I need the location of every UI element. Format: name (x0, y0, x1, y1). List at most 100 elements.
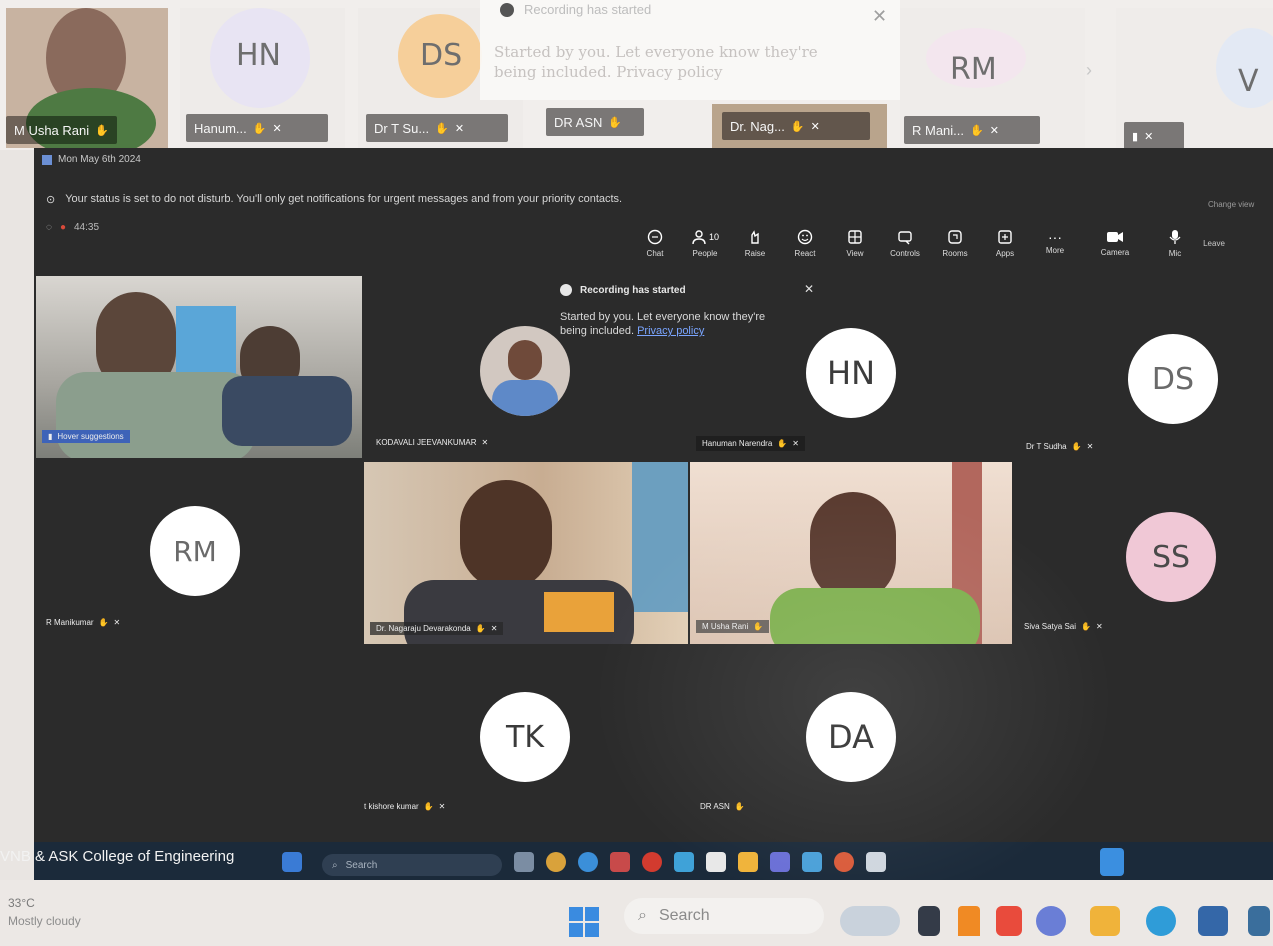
mic-off-icon: ✕ (810, 120, 820, 133)
chrome-icon[interactable] (546, 852, 566, 872)
participant-head (810, 492, 896, 602)
record-icon (500, 2, 514, 17)
outer-tile-v[interactable]: V ▮ ✕ (1116, 8, 1273, 148)
participant-name: DR ASN (700, 802, 730, 811)
outer-tile-hn[interactable]: HN Hanum... ✋ ✕ (180, 8, 345, 148)
video-tile-hanuman[interactable]: HN Hanuman Narendra ✋ ✕ (692, 276, 1018, 458)
tile-name-label: R Manikumar ✋ ✕ (46, 618, 120, 627)
video-tile-kishore[interactable]: TK t kishore kumar ✋ ✕ (364, 646, 690, 832)
participant-name: Hanuman Narendra (702, 439, 773, 448)
participant-saree (770, 588, 980, 644)
video-tile-sivasatya[interactable]: SS Siva Satya Sai ✋ ✕ (1014, 462, 1273, 644)
terminal-icon[interactable] (918, 906, 940, 936)
mic-off-icon: ✕ (792, 439, 799, 448)
store-icon[interactable] (706, 852, 726, 872)
search-label: Search (345, 859, 378, 871)
participant-name: t kishore kumar (364, 802, 419, 811)
chat-icon (647, 229, 663, 244)
outer-tile-rm[interactable]: RM R Mani... ✋ ✕ (900, 8, 1085, 148)
folder-icon[interactable] (1090, 906, 1120, 936)
chat-label: Chat (646, 248, 664, 258)
react-label: React (794, 248, 816, 258)
outer-tile-nag[interactable]: Dr. Nag... ✋ ✕ (712, 104, 887, 150)
avatar-initials: V (1238, 64, 1259, 99)
weather-description[interactable]: Mostly cloudy (8, 914, 81, 928)
hand-icon: ✋ (608, 116, 623, 129)
tray-icon[interactable] (1100, 848, 1124, 876)
video-tile-sudha[interactable]: DS Dr T Sudha ✋ ✕ (1020, 276, 1273, 458)
meeting-toolbar: Chat 10 People Raise React View Controls (632, 220, 1198, 266)
apps-button[interactable]: Apps (982, 220, 1028, 266)
app-icon[interactable] (1248, 906, 1270, 936)
vlc-icon[interactable] (958, 906, 980, 936)
browser-icon[interactable] (674, 852, 694, 872)
teams-icon[interactable] (1036, 906, 1066, 936)
edge-icon[interactable] (578, 852, 598, 872)
react-button[interactable]: React (782, 220, 828, 266)
taskview-icon[interactable] (514, 852, 534, 872)
outer-tile-asn[interactable]: DR ASN ✋ (540, 100, 700, 144)
video-tile-nagaraju[interactable]: Dr. Nagaraju Devarakonda ✋ ✕ (364, 462, 688, 644)
widget-icon[interactable] (840, 906, 900, 936)
hand-icon: ✋ (475, 624, 486, 633)
inner-search-box[interactable]: ⌕ Search (322, 854, 502, 876)
outer-search-box[interactable]: ⌕ Search (624, 898, 824, 934)
popup-title-row: Recording has started (500, 2, 651, 17)
mic-off-icon: ✕ (1144, 130, 1154, 143)
more-button[interactable]: ··· More (1032, 220, 1078, 266)
app-icon[interactable] (834, 852, 854, 872)
video-tile-asn[interactable]: DA DR ASN ✋ (692, 646, 1018, 832)
opera-icon[interactable] (642, 852, 662, 872)
avatar: DS (1128, 334, 1218, 424)
search-label: Search (658, 907, 710, 924)
controls-button[interactable]: Controls (882, 220, 928, 266)
leave-button[interactable]: Leave (1182, 232, 1246, 254)
office-icon[interactable] (610, 852, 630, 872)
info-icon: ⊙ (46, 193, 56, 206)
avatar-initials: DS (420, 38, 463, 73)
video-tile-manikumar[interactable]: RM R Manikumar ✋ ✕ (36, 462, 362, 644)
participant-name: Siva Satya Sai (1024, 622, 1077, 631)
mail-icon[interactable] (802, 852, 822, 872)
store-icon[interactable] (1198, 906, 1228, 936)
change-view-hint[interactable]: Change view (1208, 200, 1254, 209)
teams-icon[interactable] (770, 852, 790, 872)
mic-off-icon: ✕ (113, 618, 121, 627)
video-tile-usha[interactable]: M Usha Rani ✋ (690, 462, 1012, 644)
chat-button[interactable]: Chat (632, 220, 678, 266)
participant-name: R Manikumar (46, 618, 94, 627)
raise-hand-button[interactable]: Raise (732, 220, 778, 266)
edge-icon[interactable] (1146, 906, 1176, 936)
outer-tile-usha[interactable]: M Usha Rani ✋ (6, 8, 168, 148)
camera-button[interactable]: Camera (1092, 220, 1138, 266)
mic-off-icon: ✕ (1096, 622, 1103, 631)
video-tile-jeevan[interactable]: KODAVALI JEEVANKUMAR ✕ (364, 276, 690, 458)
participant-name: R Mani... (912, 122, 965, 138)
people-button[interactable]: 10 People (682, 220, 728, 266)
participant-name: KODAVALI JEEVANKUMAR (376, 438, 477, 447)
hand-icon: ✋ (1071, 442, 1082, 451)
start-icon[interactable] (282, 852, 302, 872)
avatar-initials: RM (950, 52, 997, 87)
participant-head (460, 480, 552, 590)
chevron-right-icon[interactable]: › (1086, 60, 1092, 81)
windows-start-icon[interactable] (568, 906, 600, 943)
app-icon[interactable] (996, 906, 1022, 936)
background-poster (632, 462, 688, 612)
view-button[interactable]: View (832, 220, 878, 266)
close-icon[interactable]: ✕ (872, 6, 887, 27)
folder-icon[interactable] (738, 852, 758, 872)
hand-icon: ✋ (423, 802, 434, 811)
video-tile-hover[interactable]: ▮ Hover suggestions (36, 276, 362, 458)
tile-name-label: Siva Satya Sai ✋ ✕ (1024, 622, 1103, 631)
mic-off-icon: ✕ (989, 124, 999, 137)
notepad-icon[interactable] (866, 852, 886, 872)
rooms-icon (948, 229, 962, 244)
participant-name: Dr T Sudha (1026, 442, 1067, 451)
signal-icon: ▮ (1132, 130, 1139, 143)
avatar-photo-head (508, 340, 542, 380)
people-icon (692, 229, 706, 244)
rooms-button[interactable]: Rooms (932, 220, 978, 266)
outer-recording-popup: Recording has started Started by you. Le… (480, 0, 900, 100)
weather-temperature[interactable]: 33°C (8, 896, 35, 910)
